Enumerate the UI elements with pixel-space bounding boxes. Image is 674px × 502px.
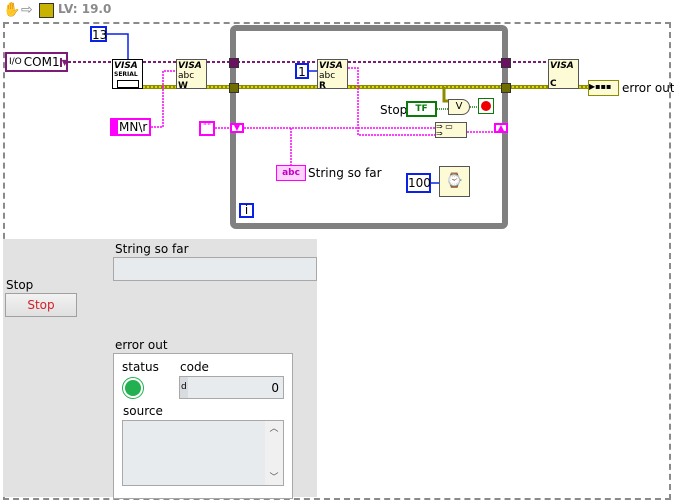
empty-string-constant[interactable]: "": [199, 121, 215, 136]
visa-read[interactable]: VISA abc R: [317, 59, 348, 91]
shift-register-refnum-left: [229, 58, 239, 68]
serial-port-icon: [116, 80, 139, 88]
write-string-value: MN\r: [118, 120, 149, 134]
shift-register-left[interactable]: ▼: [230, 123, 244, 133]
code-label: code: [180, 360, 209, 374]
wait-ms-function[interactable]: ⌚: [439, 166, 470, 197]
stop-button-label: Stop: [6, 278, 34, 292]
close-letter: C: [550, 79, 557, 89]
source-label: source: [123, 404, 163, 418]
tunnel-error-left: [229, 83, 239, 93]
visa-configure-serial-port[interactable]: VISA SERIAL: [112, 59, 143, 89]
code-value: 0: [271, 380, 279, 395]
visa-text: VISA: [114, 61, 138, 71]
shift-register-right[interactable]: ▲: [494, 123, 508, 133]
visa-write[interactable]: VISA abc W: [176, 59, 207, 91]
status-led: [122, 377, 144, 399]
stop-terminal[interactable]: TF: [406, 101, 437, 117]
error-out-terminal[interactable]: ▶▪▪▪: [588, 80, 619, 96]
abc-text: abc: [178, 71, 195, 81]
string-so-far-terminal[interactable]: abc: [276, 165, 306, 181]
iteration-terminal: i: [239, 203, 254, 218]
stop-terminal-label: Stop: [380, 103, 408, 117]
radix-indicator[interactable]: d: [180, 377, 188, 398]
visa-resource-value: COM1: [23, 55, 60, 69]
visa-text: VISA: [550, 61, 574, 71]
status-label: status: [122, 360, 159, 374]
string-so-far-indicator[interactable]: [113, 257, 317, 281]
tunnel-error-right: [501, 83, 511, 93]
concatenate-strings[interactable]: ⇒ ▭ ⇒: [435, 122, 467, 138]
dropdown-arrow-icon[interactable]: ▼: [59, 57, 68, 67]
baud-constant[interactable]: 13: [90, 26, 107, 42]
visa-text: VISA: [319, 61, 343, 71]
error-out-label: error out: [115, 338, 168, 352]
write-string-constant[interactable]: MN\r: [110, 118, 151, 136]
read-letter: R: [319, 81, 326, 91]
scroll-up-icon[interactable]: ︿: [265, 421, 283, 434]
stop-button[interactable]: Stop: [5, 293, 77, 317]
serial-text: SERIAL: [114, 71, 138, 78]
visa-close[interactable]: VISA C: [548, 59, 579, 89]
io-icon: I/O: [9, 57, 22, 67]
shift-register-refnum-right: [501, 58, 511, 68]
source-indicator[interactable]: ︿ ﹀: [122, 420, 284, 486]
loop-condition-stop-icon[interactable]: [478, 98, 494, 114]
string-so-far-terminal-label: String so far: [308, 166, 382, 180]
scroll-down-icon[interactable]: ﹀: [265, 470, 283, 483]
source-scrollbar[interactable]: ︿ ﹀: [265, 421, 283, 485]
abc-text: abc: [319, 71, 336, 81]
visa-resource-control[interactable]: I/O COM1 ▼: [5, 52, 68, 72]
string-so-far-label: String so far: [115, 242, 189, 256]
wait-ms-constant[interactable]: 100: [406, 173, 431, 193]
code-indicator[interactable]: d 0: [179, 376, 284, 399]
read-count-constant[interactable]: 1: [295, 63, 309, 79]
or-function[interactable]: V: [448, 99, 470, 115]
visa-text: VISA: [178, 61, 202, 71]
error-out-terminal-label: error out: [622, 81, 674, 95]
abc-glyph: abc: [282, 168, 300, 178]
write-letter: W: [178, 81, 188, 91]
